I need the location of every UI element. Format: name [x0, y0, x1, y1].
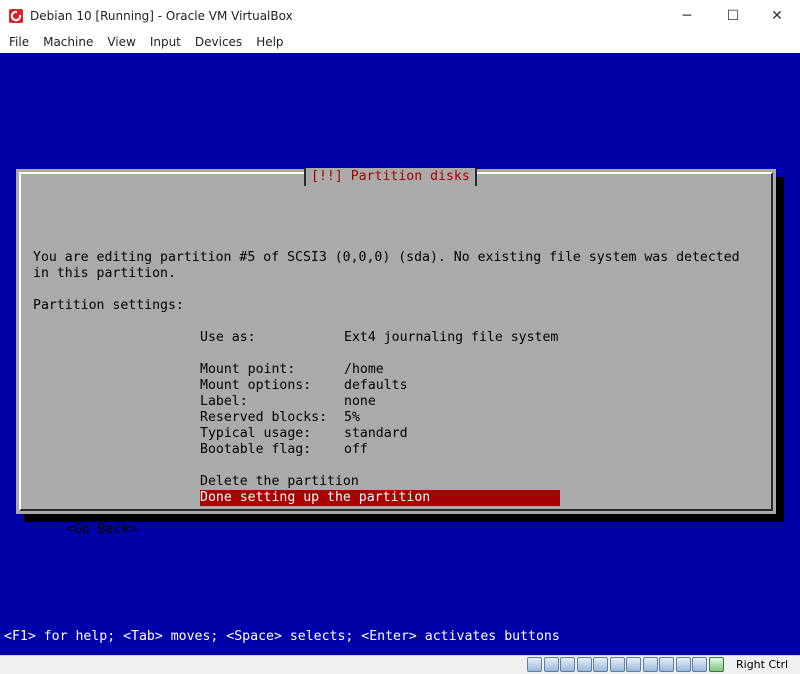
- done-setting-option[interactable]: Done setting up the partition: [200, 490, 560, 506]
- help-line: <F1> for help; <Tab> moves; <Space> sele…: [4, 629, 560, 644]
- menu-input[interactable]: Input: [143, 32, 188, 52]
- go-back-button[interactable]: <Go Back>: [66, 522, 137, 538]
- audio-icon[interactable]: [560, 657, 575, 672]
- setting-value: defaults: [344, 378, 408, 393]
- menu-view[interactable]: View: [100, 32, 142, 52]
- menu-machine[interactable]: Machine: [36, 32, 100, 52]
- network-icon[interactable]: [576, 657, 592, 672]
- minimize-button[interactable]: ─: [664, 0, 710, 32]
- shared-folders-icon[interactable]: [609, 657, 625, 672]
- menu-devices[interactable]: Devices: [188, 32, 249, 52]
- menu-file[interactable]: File: [0, 32, 36, 52]
- display-icon[interactable]: [626, 657, 641, 672]
- optical-drive-icon[interactable]: [543, 657, 559, 672]
- close-icon: ✕: [771, 8, 783, 24]
- partition-dialog: [!!] Partition disks You are editing par…: [16, 168, 776, 537]
- setting-label: Use as:: [200, 330, 256, 345]
- setting-value: /home: [344, 362, 384, 377]
- dialog-title: [!!] Partition disks: [304, 168, 477, 186]
- maximize-button[interactable]: ☐: [710, 0, 756, 32]
- title-bar: Debian 10 [Running] - Oracle VM VirtualB…: [0, 0, 800, 32]
- setting-value: none: [344, 394, 376, 409]
- setting-label: Typical usage:: [200, 426, 312, 441]
- setting-label: Label:: [200, 394, 248, 409]
- host-key-arrow-icon: [708, 657, 724, 672]
- delete-partition-option[interactable]: Delete the partition: [200, 474, 359, 490]
- close-button[interactable]: ✕: [754, 0, 800, 32]
- settings-heading: Partition settings:: [33, 298, 184, 313]
- host-key-label: Right Ctrl: [736, 658, 789, 671]
- video-capture-icon[interactable]: [642, 657, 658, 672]
- setting-value: off: [344, 442, 368, 457]
- setting-label: Reserved blocks:: [200, 410, 328, 425]
- maximize-icon: ☐: [726, 8, 740, 24]
- minimize-icon: ─: [682, 8, 692, 24]
- status-bar: Right Ctrl: [0, 655, 800, 674]
- vm-screen[interactable]: [!!] Partition disks You are editing par…: [0, 53, 800, 655]
- usb-icon[interactable]: [593, 657, 608, 672]
- setting-value: standard: [344, 426, 408, 441]
- setting-label: Mount options:: [200, 378, 312, 393]
- intro-line-2: in this partition.: [33, 266, 176, 281]
- intro-line-1: You are editing partition #5 of SCSI3 (0…: [33, 250, 740, 265]
- menu-bar: File Machine View Input Devices Help: [0, 32, 800, 52]
- virtualbox-icon: [8, 8, 24, 24]
- window-title: Debian 10 [Running] - Oracle VM VirtualB…: [30, 9, 293, 23]
- setting-value: 5%: [344, 410, 360, 425]
- setting-value: Ext4 journaling file system: [344, 330, 559, 345]
- mouse-integration-icon[interactable]: [659, 657, 674, 672]
- setting-label: Bootable flag:: [200, 442, 312, 457]
- setting-label: Mount point:: [200, 362, 296, 377]
- cpu-icon[interactable]: [692, 657, 707, 672]
- menu-help[interactable]: Help: [249, 32, 290, 52]
- hard-disk-icon[interactable]: [527, 657, 542, 672]
- done-setting-label: Done setting up the partition: [200, 490, 431, 505]
- keyboard-capture-icon[interactable]: [675, 657, 691, 672]
